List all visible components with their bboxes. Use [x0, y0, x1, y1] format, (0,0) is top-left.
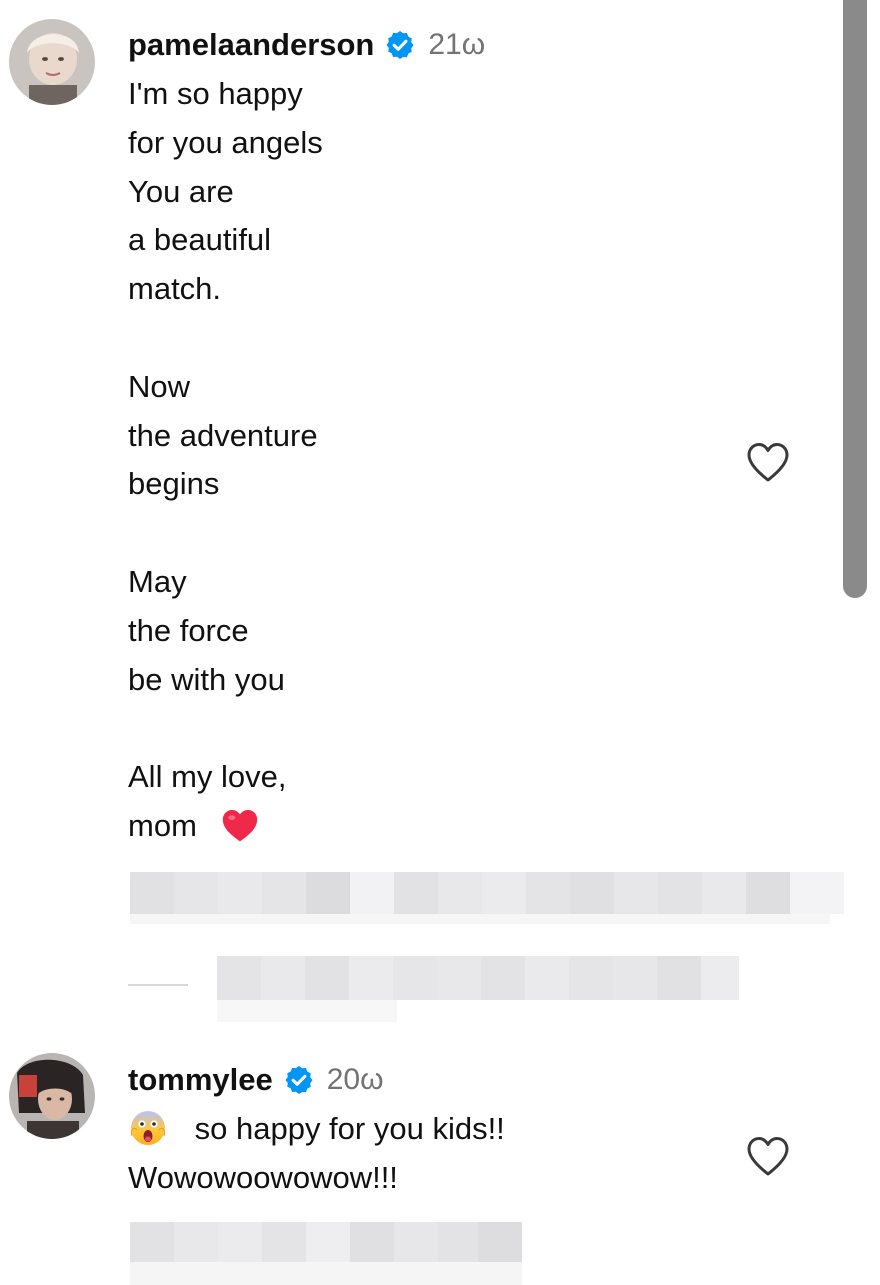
comment-line: mom	[128, 807, 197, 843]
pixelated-view-replies[interactable]	[217, 956, 739, 1000]
comment-line: match.	[128, 271, 222, 307]
pixelated-reply-actions	[130, 872, 876, 914]
comment-line: the adventure	[128, 417, 318, 453]
comment-line: a beautiful	[128, 222, 272, 258]
like-comment-button[interactable]	[744, 440, 792, 484]
comment-line: Now	[128, 368, 191, 404]
comment-line	[128, 314, 323, 363]
red-heart-emoji	[222, 809, 257, 842]
username-link[interactable]: pamelaanderson	[128, 27, 374, 63]
heart-outline-icon	[747, 1137, 789, 1176]
screaming-face-emoji	[131, 1110, 165, 1145]
avatar-pamelaanderson[interactable]	[9, 19, 95, 105]
comment-line: the force	[128, 612, 249, 648]
comment-line	[128, 704, 323, 753]
avatar-pamelaanderson-image	[9, 19, 95, 105]
comment-timestamp[interactable]: 21ω	[428, 28, 485, 62]
comment-pamelaanderson: pamelaanderson 21ω I'm so happy for you …	[0, 0, 876, 1022]
comment-line-last: mom	[128, 802, 323, 851]
comment-line: be with you	[128, 661, 285, 697]
comment-line: I'm so happy	[128, 76, 303, 111]
comment-line: You are	[128, 173, 234, 209]
verified-badge-icon	[386, 31, 414, 59]
comment-line-first: so happy for you kids!!	[128, 1105, 505, 1154]
comment-line: May	[128, 563, 187, 599]
pixelated-strip	[130, 914, 830, 924]
like-comment-button[interactable]	[744, 1134, 792, 1178]
comment-text: I'm so happy for you angels You are a be…	[128, 70, 323, 851]
comment-line	[128, 509, 323, 558]
comment-timestamp[interactable]: 20ω	[327, 1063, 384, 1097]
avatar-tommylee[interactable]	[9, 1053, 95, 1139]
comment-line: for you angels	[128, 124, 323, 160]
comment-line: begins	[128, 466, 220, 502]
pixelated-strip	[217, 1000, 397, 1022]
view-replies-line	[128, 984, 188, 986]
scrollbar-thumb[interactable]	[843, 0, 867, 598]
comment-text: so happy for you kids!! Wowowoowowow!!!	[128, 1105, 505, 1203]
comment-header: tommylee 20ω	[128, 1057, 384, 1103]
heart-outline-icon	[747, 443, 789, 482]
comment-tommylee: tommylee 20ω so happy for you kids!! Wow…	[0, 1040, 840, 1285]
comment-header: pamelaanderson 21ω	[128, 22, 485, 68]
comment-line: All my love,	[128, 759, 287, 795]
verified-badge-icon	[285, 1066, 313, 1094]
avatar-tommylee-image	[9, 1053, 95, 1139]
pixelated-strip	[130, 1262, 522, 1285]
comment-line: so happy for you kids!!	[194, 1111, 505, 1146]
comment-line: Wowowoowowow!!!	[128, 1159, 398, 1195]
username-link[interactable]: tommylee	[128, 1062, 273, 1098]
pixelated-reply-actions	[130, 1222, 522, 1262]
